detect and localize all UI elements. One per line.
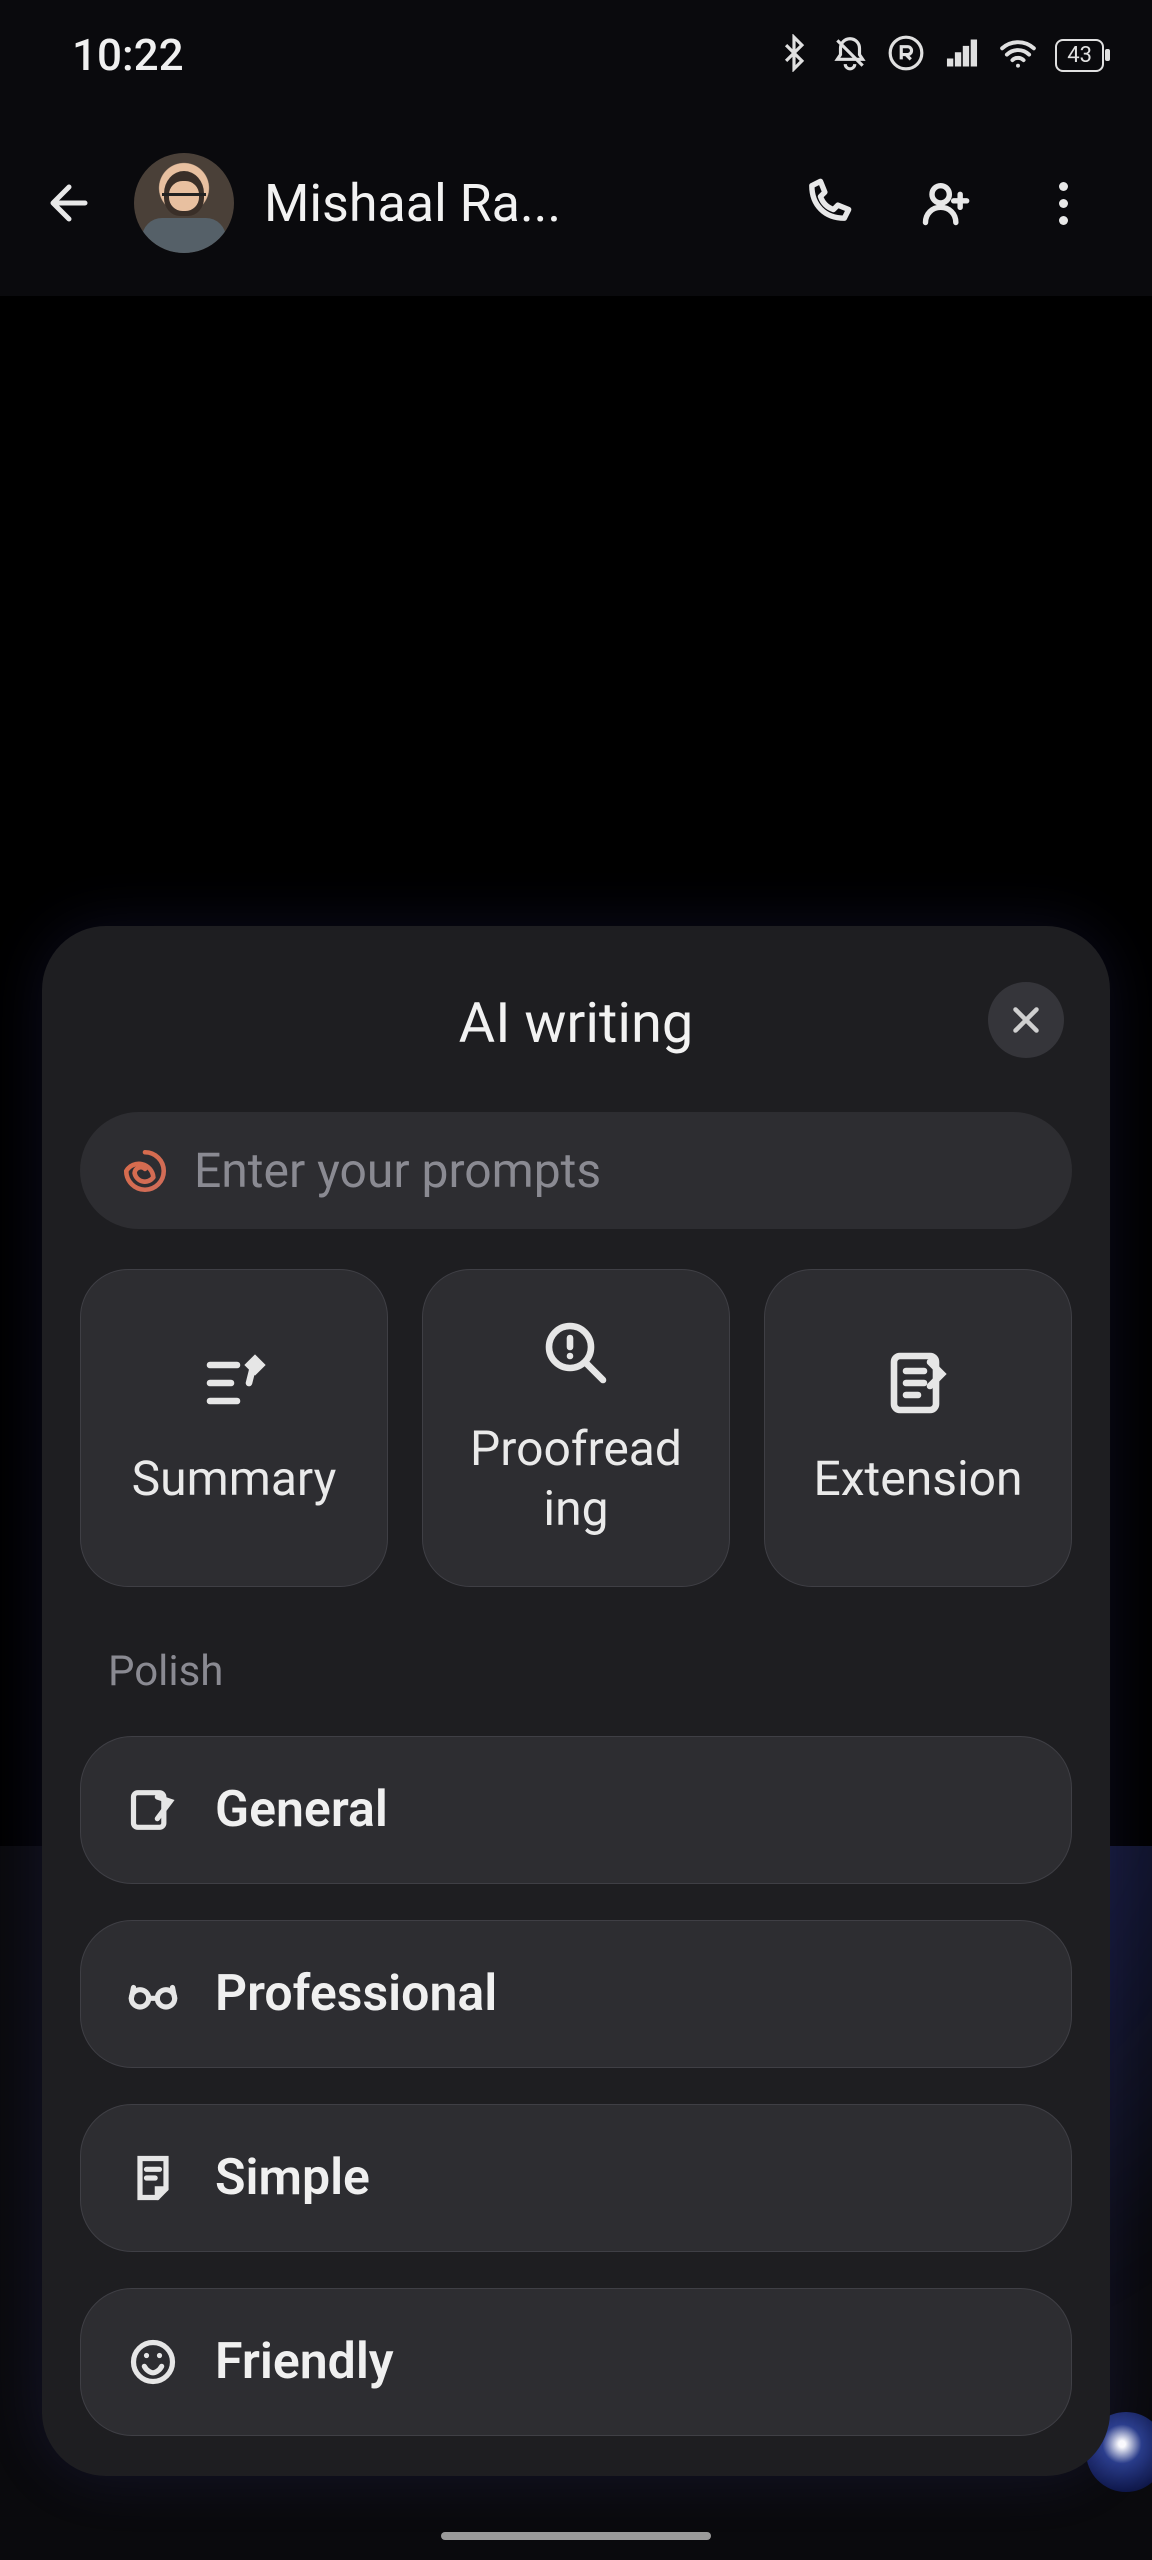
polish-label: Friendly (215, 2333, 394, 2391)
more-icon (1059, 182, 1068, 225)
registered-icon (887, 34, 925, 76)
tile-label: Summary (132, 1449, 337, 1509)
proofreading-tile[interactable]: Proofread ing (422, 1269, 730, 1587)
more-button[interactable] (1028, 168, 1098, 238)
ai-writing-panel: AI writing Enter your prompts Summary Pr… (42, 926, 1110, 2476)
ai-swirl-icon (120, 1146, 170, 1196)
app-bar: Mishaal Ra... (0, 110, 1152, 296)
smile-icon (127, 2336, 179, 2388)
wifi-icon (999, 34, 1037, 76)
summary-icon (198, 1347, 270, 1419)
polish-list: General Professional Simple Friendly (80, 1736, 1072, 2436)
dnd-icon (831, 34, 869, 76)
bluetooth-icon (775, 34, 813, 76)
polish-label: General (215, 1781, 388, 1839)
status-time: 10:22 (72, 29, 184, 81)
polish-friendly[interactable]: Friendly (80, 2288, 1072, 2436)
note-icon (127, 2152, 179, 2204)
polish-label: Professional (215, 1965, 497, 2023)
battery-icon: 43 (1055, 39, 1104, 72)
close-icon (1008, 1002, 1044, 1038)
back-button[interactable] (34, 168, 104, 238)
pen-icon (127, 1784, 179, 1836)
add-person-button[interactable] (910, 168, 980, 238)
home-indicator[interactable] (441, 2532, 711, 2540)
signal-icon (943, 34, 981, 76)
status-bar: 10:22 43 (0, 0, 1152, 110)
contact-avatar[interactable] (134, 153, 234, 253)
battery-level: 43 (1067, 43, 1092, 68)
status-icons: 43 (775, 34, 1104, 76)
contact-name[interactable]: Mishaal Ra... (264, 173, 762, 234)
extension-tile[interactable]: Extension (764, 1269, 1072, 1587)
polish-general[interactable]: General (80, 1736, 1072, 1884)
call-button[interactable] (792, 168, 862, 238)
prompt-input[interactable]: Enter your prompts (80, 1112, 1072, 1229)
glasses-icon (127, 1968, 179, 2020)
prompt-placeholder: Enter your prompts (194, 1142, 601, 1199)
close-button[interactable] (988, 982, 1064, 1058)
polish-section-label: Polish (108, 1647, 1072, 1696)
proofread-icon (540, 1317, 612, 1389)
tile-label: Proofread ing (470, 1419, 682, 1539)
extension-icon (882, 1347, 954, 1419)
action-tile-row: Summary Proofread ing Extension (80, 1269, 1072, 1587)
tile-label: Extension (813, 1449, 1022, 1509)
polish-simple[interactable]: Simple (80, 2104, 1072, 2252)
polish-label: Simple (215, 2149, 370, 2207)
polish-professional[interactable]: Professional (80, 1920, 1072, 2068)
panel-title: AI writing (80, 990, 1072, 1056)
summary-tile[interactable]: Summary (80, 1269, 388, 1587)
